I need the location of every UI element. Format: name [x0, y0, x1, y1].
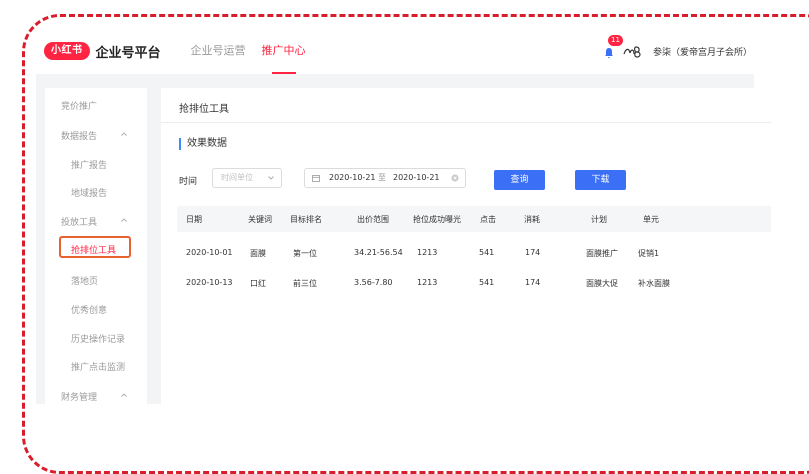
- sidebar-item-operation-history[interactable]: 历史操作记录: [71, 332, 125, 345]
- column-header[interactable]: 关键词: [248, 214, 272, 225]
- main-panel: 抢排位工具 效果数据 时间 时间单位 2020-10-21 至 2020-10-…: [161, 88, 771, 408]
- chevron-up-icon[interactable]: [121, 217, 127, 223]
- sidebar-item-excellent-creative[interactable]: 优秀创意: [71, 303, 107, 316]
- table-header: 日期 关键词 目标排名 出价范围 抢位成功曝光 点击 消耗 计划 单元: [177, 206, 771, 232]
- sidebar-item-region-report[interactable]: 地域报告: [71, 186, 107, 199]
- chevron-down-icon: [268, 176, 274, 180]
- column-header[interactable]: 日期: [186, 214, 202, 225]
- cell-plan: 面膜大促: [586, 279, 618, 288]
- chevron-up-icon[interactable]: [121, 131, 127, 137]
- notification-button[interactable]: 11: [603, 35, 623, 59]
- time-unit-placeholder: 时间单位: [221, 173, 253, 182]
- nav-tab-account-operation[interactable]: 企业号运营: [191, 30, 246, 72]
- query-button[interactable]: 查询: [494, 170, 545, 190]
- cell-date: 2020-10-01: [186, 248, 233, 257]
- cell-clicks: 541: [479, 248, 495, 257]
- sidebar-item-promotion-report[interactable]: 推广报告: [71, 158, 107, 171]
- column-header[interactable]: 点击: [480, 214, 496, 225]
- top-navigation-bar: 小红书 企业号平台 企业号运营 推广中心 11 参柒（爱帝宫月子会所）: [36, 30, 766, 74]
- chevron-up-icon[interactable]: [121, 392, 127, 398]
- notification-count-badge: 11: [607, 35, 623, 46]
- clear-icon[interactable]: [451, 174, 459, 182]
- sidebar-item-landing-page[interactable]: 落地页: [71, 274, 98, 287]
- cell-keyword: 面膜: [250, 249, 266, 258]
- sidebar: 竞价推广 数据报告 推广报告 地域报告 投放工具 抢排位工具 落地页 优秀创意 …: [45, 88, 147, 408]
- column-header[interactable]: 消耗: [524, 214, 540, 225]
- page-title: 抢排位工具: [179, 104, 229, 115]
- time-unit-select[interactable]: 时间单位: [212, 168, 282, 188]
- cell-target-rank: 前三位: [293, 279, 317, 288]
- column-header[interactable]: 抢位成功曝光: [413, 214, 461, 225]
- download-button[interactable]: 下载: [575, 170, 626, 190]
- bell-icon: [604, 48, 613, 59]
- section-title: 效果数据: [179, 138, 227, 150]
- cell-target-rank: 第一位: [293, 249, 317, 258]
- time-filter-label: 时间: [179, 177, 198, 187]
- cell-clicks: 541: [479, 278, 495, 287]
- nav-tab-promotion-center[interactable]: 推广中心: [262, 30, 306, 74]
- top-right-area: 11 参柒（爱帝宫月子会所）: [603, 30, 766, 72]
- calendar-icon: [312, 175, 320, 182]
- cell-cost: 174: [525, 248, 541, 257]
- date-range-picker[interactable]: 2020-10-21 至 2020-10-21: [304, 168, 466, 188]
- cell-plan: 面膜推广: [586, 249, 618, 258]
- sidebar-group-finance[interactable]: 财务管理: [61, 390, 97, 403]
- cell-bid-range: 34.21-56.54: [354, 248, 403, 257]
- date-start: 2020-10-21: [329, 173, 376, 182]
- cell-exposure: 1213: [417, 278, 438, 287]
- column-header[interactable]: 计划: [591, 214, 607, 225]
- cell-exposure: 1213: [417, 248, 438, 257]
- cell-unit: 促销1: [638, 249, 660, 258]
- sidebar-group-delivery-tools[interactable]: 投放工具: [61, 215, 97, 228]
- column-header[interactable]: 目标排名: [290, 214, 322, 225]
- platform-title: 企业号平台: [95, 45, 161, 61]
- cell-unit: 补水面膜: [638, 279, 670, 288]
- sidebar-group-data-report[interactable]: 数据报告: [61, 129, 97, 142]
- sidebar-item-bidding-promotion[interactable]: 竞价推广: [61, 99, 97, 112]
- cell-date: 2020-10-13: [186, 278, 233, 287]
- brand-logo[interactable]: 小红书: [44, 42, 90, 60]
- avatar-logo-icon[interactable]: [623, 44, 643, 58]
- sidebar-item-click-monitor[interactable]: 推广点击监测: [71, 360, 125, 373]
- date-end: 2020-10-21: [393, 173, 440, 182]
- cell-keyword: 口红: [250, 279, 266, 288]
- date-separator: 至: [378, 173, 386, 182]
- cell-bid-range: 3.56-7.80: [354, 278, 393, 287]
- divider: [161, 122, 771, 123]
- sidebar-item-rank-grab-tool[interactable]: 抢排位工具: [71, 243, 116, 256]
- user-account-name[interactable]: 参柒（爱帝宫月子会所）: [653, 45, 752, 58]
- cell-cost: 174: [525, 278, 541, 287]
- column-header[interactable]: 单元: [643, 214, 659, 225]
- column-header[interactable]: 出价范围: [357, 214, 389, 225]
